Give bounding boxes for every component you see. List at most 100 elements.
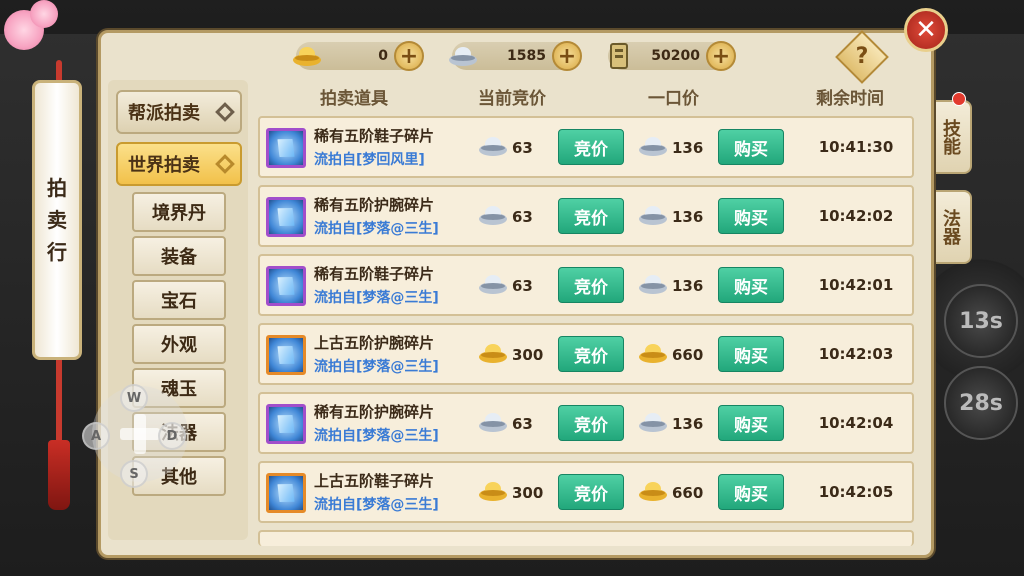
dpad-cross-icon <box>120 414 160 454</box>
dpad-up-key[interactable]: W <box>120 384 148 412</box>
item-source: 流拍自[梦回风里] <box>314 152 425 168</box>
buyout-price: 136 <box>638 205 703 229</box>
silver-ingot-icon <box>478 411 512 437</box>
remaining-time: 10:42:02 <box>818 207 894 225</box>
buy-button[interactable]: 购买 <box>718 129 784 165</box>
item-fragment-icon[interactable] <box>266 197 306 237</box>
table-row: 稀有五阶护腕碎片 流拍自[梦落@三生] 63 竞价 136 购买 10:42:04 <box>258 392 914 454</box>
bid-button[interactable]: 竞价 <box>558 474 624 510</box>
header-remaining-time: 剩余时间 <box>816 89 884 109</box>
buy-button[interactable]: 购买 <box>718 336 784 372</box>
add-silver-button[interactable]: + <box>552 41 582 71</box>
skill-cooldown-28[interactable]: 28s <box>944 366 1018 440</box>
gold-ingot-balance: 0 + <box>293 41 424 71</box>
remaining-time: 10:42:04 <box>818 414 894 432</box>
item-source: 流拍自[梦落@三生] <box>314 221 439 237</box>
add-note-button[interactable]: + <box>706 41 736 71</box>
item-fragment-icon[interactable] <box>266 404 306 444</box>
world-auction-label: 世界拍卖 <box>128 155 200 176</box>
table-row: 稀有五阶鞋子碎片 流拍自[梦落@三生] 63 竞价 136 购买 10:42:01 <box>258 254 914 316</box>
item-name: 稀有五阶护腕碎片 <box>314 196 435 214</box>
blossom-decoration <box>30 0 58 28</box>
category-equipment[interactable]: 装备 <box>132 236 226 276</box>
world-auction-tab[interactable]: 世界拍卖 <box>116 142 242 186</box>
gold-ingot-icon <box>478 342 512 368</box>
silver-ingot-icon <box>478 135 512 161</box>
item-name: 稀有五阶鞋子碎片 <box>314 127 435 145</box>
auction-title-scroll: 拍 卖 行 <box>32 80 82 360</box>
title-char: 行 <box>47 240 67 264</box>
skill-cooldown-13[interactable]: 13s <box>944 284 1018 358</box>
bid-button[interactable]: 竞价 <box>558 336 624 372</box>
bid-button[interactable]: 竞价 <box>558 405 624 441</box>
buy-button[interactable]: 购买 <box>718 474 784 510</box>
item-name: 稀有五阶护腕碎片 <box>314 403 435 421</box>
title-char: 拍 <box>47 176 67 200</box>
current-bid-price: 63 <box>478 274 533 298</box>
current-bid-price: 300 <box>478 343 543 367</box>
silver-ingot-icon <box>638 135 672 161</box>
expand-diamond-icon <box>215 154 235 174</box>
buyout-price: 136 <box>638 136 703 160</box>
silver-ingot-icon <box>638 204 672 230</box>
buyout-price: 136 <box>638 274 703 298</box>
close-button[interactable]: ✕ <box>904 8 948 52</box>
current-bid-price: 300 <box>478 481 543 505</box>
current-bid-price: 63 <box>478 136 533 160</box>
silver-ingot-icon <box>478 273 512 299</box>
item-fragment-icon[interactable] <box>266 473 306 513</box>
remaining-time: 10:41:30 <box>818 138 894 156</box>
artifact-side-tab[interactable]: 法器 <box>930 190 972 264</box>
gold-ingot-icon <box>638 480 672 506</box>
category-realm-pill[interactable]: 境界丹 <box>132 192 226 232</box>
silver-ingot-icon <box>638 411 672 437</box>
silver-ingot-icon <box>638 273 672 299</box>
remaining-time: 10:42:01 <box>818 276 894 294</box>
current-bid-price: 63 <box>478 205 533 229</box>
bid-button[interactable]: 竞价 <box>558 129 624 165</box>
category-gem[interactable]: 宝石 <box>132 280 226 320</box>
dpad-right-key[interactable]: D <box>158 422 186 450</box>
remaining-time: 10:42:05 <box>818 483 894 501</box>
gold-ingot-icon <box>290 40 324 72</box>
item-fragment-icon[interactable] <box>266 128 306 168</box>
table-row: 上古五阶护腕碎片 流拍自[梦落@三生] 300 竞价 660 购买 10:42:03 <box>258 323 914 385</box>
header-current-bid: 当前竞价 <box>478 89 546 109</box>
item-source: 流拍自[梦落@三生] <box>314 497 439 513</box>
bid-button[interactable]: 竞价 <box>558 198 624 234</box>
header-buyout: 一口价 <box>648 89 699 109</box>
buy-button[interactable]: 购买 <box>718 405 784 441</box>
banknote-icon <box>602 40 636 72</box>
table-row: 上古五阶鞋子碎片 流拍自[梦落@三生] 300 竞价 660 购买 10:42:05 <box>258 461 914 523</box>
remaining-time: 10:42:03 <box>818 345 894 363</box>
gold-ingot-icon <box>478 480 512 506</box>
skill-side-tab[interactable]: 技能 <box>930 100 972 174</box>
table-row: 稀有五阶护腕碎片 流拍自[梦落@三生] 63 竞价 136 购买 10:42:02 <box>258 185 914 247</box>
dpad-left-key[interactable]: A <box>82 422 110 450</box>
item-name: 稀有五阶鞋子碎片 <box>314 265 435 283</box>
add-gold-button[interactable]: + <box>394 41 424 71</box>
item-fragment-icon[interactable] <box>266 266 306 306</box>
guild-auction-tab[interactable]: 帮派拍卖 <box>116 90 242 134</box>
buy-button[interactable]: 购买 <box>718 267 784 303</box>
header-item: 拍卖道具 <box>320 89 388 109</box>
table-row-partial <box>258 530 914 546</box>
current-bid-price: 63 <box>478 412 533 436</box>
red-tassel-decoration <box>48 440 70 510</box>
category-appearance[interactable]: 外观 <box>132 324 226 364</box>
buyout-price: 136 <box>638 412 703 436</box>
silver-ingot-icon <box>446 40 480 72</box>
bid-button[interactable]: 竞价 <box>558 267 624 303</box>
expand-diamond-icon <box>215 102 235 122</box>
silver-ingot-balance: 1585 + <box>449 41 582 71</box>
item-name: 上古五阶鞋子碎片 <box>314 472 435 490</box>
buyout-price: 660 <box>638 481 703 505</box>
top-status-bar <box>0 0 1024 34</box>
buy-button[interactable]: 购买 <box>718 198 784 234</box>
item-source: 流拍自[梦落@三生] <box>314 428 439 444</box>
dpad-down-key[interactable]: S <box>120 460 148 488</box>
buyout-price: 660 <box>638 343 703 367</box>
table-row: 稀有五阶鞋子碎片 流拍自[梦回风里] 63 竞价 136 购买 10:41:30 <box>258 116 914 178</box>
item-source: 流拍自[梦落@三生] <box>314 359 439 375</box>
item-fragment-icon[interactable] <box>266 335 306 375</box>
